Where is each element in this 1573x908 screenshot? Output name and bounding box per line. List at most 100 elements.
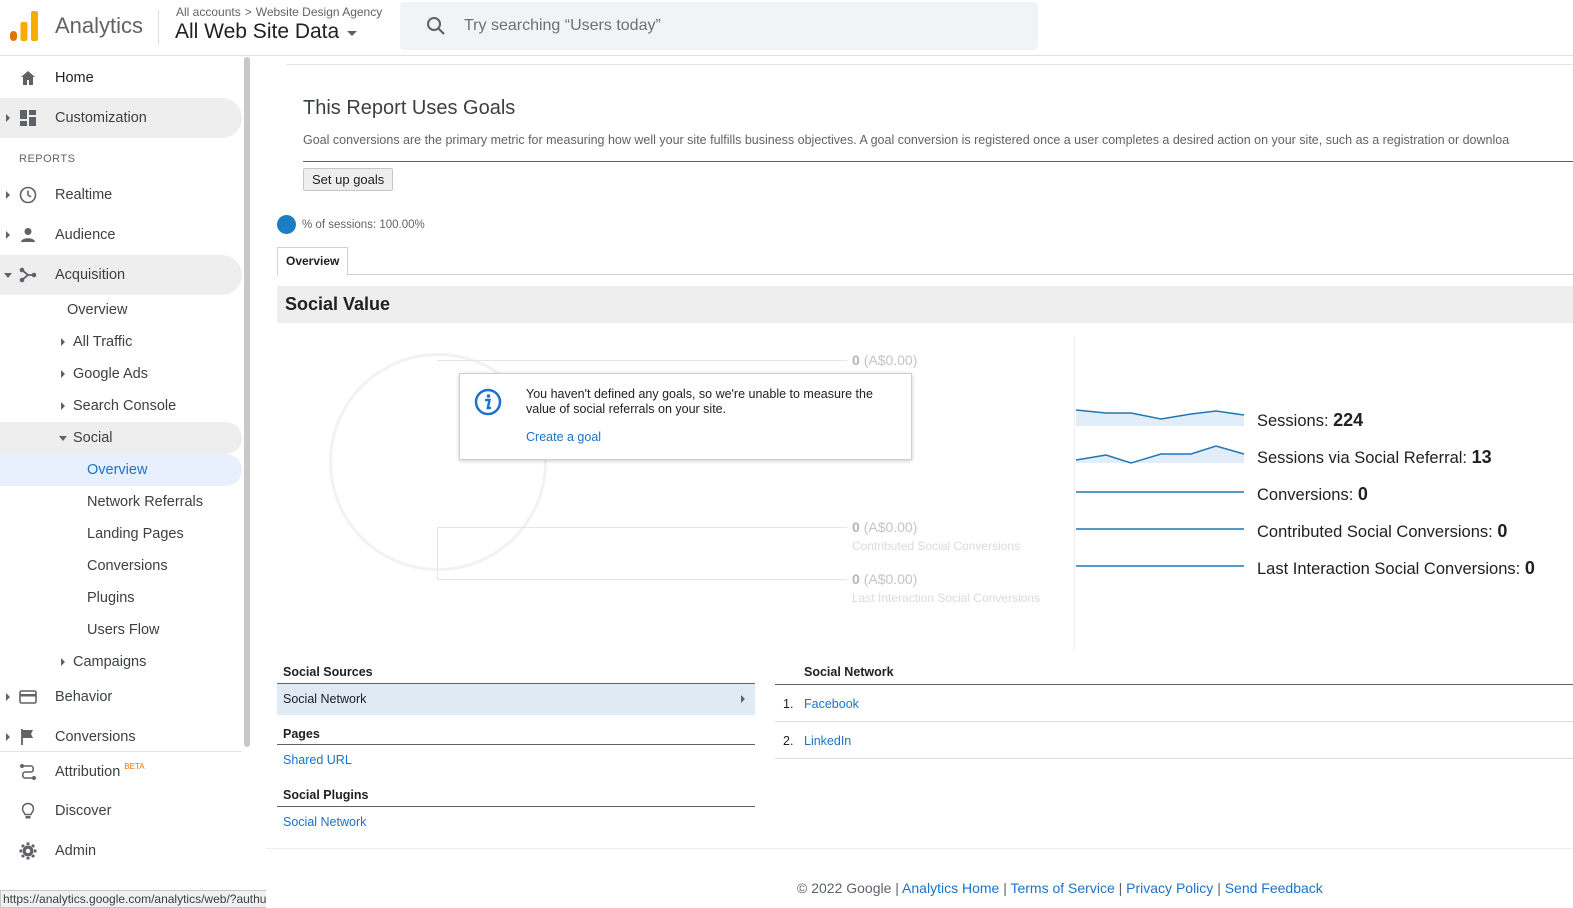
expand-arrow-icon[interactable] (6, 114, 10, 122)
footer-separator: | (1003, 880, 1007, 896)
metric-value: 0 (1497, 521, 1508, 541)
footer-link-analytics-home[interactable]: Analytics Home (902, 880, 999, 896)
sidebar-item-realtime[interactable]: Realtime (0, 175, 242, 215)
lightbulb-icon (21, 802, 35, 819)
sidebar-item-google-ads[interactable]: Google Ads (0, 358, 242, 390)
sidebar-item-landing-pages[interactable]: Landing Pages (0, 518, 242, 550)
metric-label: Contributed Social Conversions: 0 (1257, 521, 1507, 542)
chevron-right-icon (741, 695, 745, 703)
metric-value: 224 (1333, 410, 1364, 430)
metric-name: Sessions via Social Referral: (1257, 449, 1468, 467)
expand-arrow-icon[interactable] (61, 338, 65, 346)
sidebar-item-social-conversions[interactable]: Conversions (0, 550, 242, 582)
metric-value: 0 (1524, 558, 1535, 578)
breadcrumb-property[interactable]: Website Design Agency (256, 5, 383, 19)
person-icon (21, 228, 35, 242)
segment-indicator[interactable]: % of sessions: 100.00% (277, 215, 425, 234)
footer-link-terms[interactable]: Terms of Service (1010, 880, 1114, 896)
section-title: Social Value (285, 294, 391, 314)
sidebar-item-home[interactable]: Home (0, 58, 242, 98)
social-network-row[interactable]: Social Network (277, 684, 755, 715)
beta-badge: BETA (124, 761, 145, 771)
sidebar-item-acquisition[interactable]: Acquisition (0, 255, 242, 295)
sidebar-item-behavior[interactable]: Behavior (0, 677, 242, 717)
network-link-facebook[interactable]: Facebook (804, 697, 859, 711)
expand-arrow-icon[interactable] (61, 658, 65, 666)
divider (303, 161, 1573, 162)
divider (277, 806, 755, 807)
home-icon (21, 71, 35, 85)
acquisition-icon (19, 267, 37, 283)
gear-icon (19, 842, 37, 860)
sidebar-item-campaigns[interactable]: Campaigns (0, 646, 242, 678)
expand-arrow-icon[interactable] (6, 733, 10, 741)
sidebar-nav: Home Customization REPORTS Realtime Audi… (0, 57, 250, 908)
expand-arrow-icon[interactable] (61, 402, 65, 410)
collapse-arrow-icon[interactable] (4, 273, 12, 278)
expand-arrow-icon[interactable] (6, 191, 10, 199)
section-header: Social Value (277, 286, 1573, 323)
tab-bar: Overview (277, 247, 1573, 276)
sidebar-item-label: Campaigns (73, 654, 147, 670)
sparkline-social-referral (1076, 445, 1245, 464)
network-link-linkedin[interactable]: LinkedIn (804, 734, 851, 748)
expand-arrow-icon[interactable] (61, 370, 65, 378)
sidebar-scrollbar[interactable] (244, 57, 250, 747)
sparkline-contributed (1076, 528, 1244, 530)
sidebar-item-label: Network Referrals (87, 494, 204, 510)
breadcrumb-account[interactable]: All accounts (176, 5, 241, 19)
expand-arrow-icon[interactable] (6, 231, 10, 239)
caret-down-icon (347, 31, 358, 36)
expand-arrow-icon[interactable] (6, 693, 10, 701)
sidebar-item-label: Plugins (87, 590, 135, 606)
faded-value-number: 0 (852, 519, 860, 535)
sidebar-item-plugins[interactable]: Plugins (0, 582, 242, 614)
footer-link-privacy[interactable]: Privacy Policy (1126, 880, 1213, 896)
sidebar-item-users-flow[interactable]: Users Flow (0, 614, 242, 646)
sidebar-item-search-console[interactable]: Search Console (0, 390, 242, 422)
faded-value-currency: (A$0.00) (863, 519, 918, 535)
sidebar-item-social[interactable]: Social (0, 422, 242, 454)
metric-name: Contributed Social Conversions: (1257, 523, 1493, 541)
sidebar-item-attribution[interactable]: Attribution BETA (0, 751, 242, 791)
goals-notice-title: This Report Uses Goals (303, 97, 516, 119)
faded-label: Contributed Social Conversions (852, 539, 1021, 553)
reports-section-header: REPORTS (19, 153, 76, 165)
sidebar-item-social-overview[interactable]: Overview (0, 454, 242, 486)
diagram-line (437, 527, 438, 579)
sidebar-item-label: Attribution BETA (55, 761, 145, 780)
search-icon (427, 17, 445, 35)
sparkline-conversions (1076, 491, 1244, 493)
metric-value: 13 (1471, 447, 1492, 467)
search-input[interactable] (464, 17, 1004, 35)
footer-separator: | (1118, 880, 1123, 896)
create-goal-link[interactable]: Create a goal (526, 430, 601, 444)
header-divider (158, 10, 159, 44)
flag-icon (21, 729, 33, 745)
sidebar-item-acquisition-overview[interactable]: Overview (0, 294, 242, 326)
tab-overview[interactable]: Overview (277, 247, 349, 276)
info-icon (474, 388, 502, 416)
view-name: All Web Site Data (175, 20, 340, 43)
sidebar-item-discover[interactable]: Discover (0, 791, 242, 831)
setup-goals-button[interactable]: Set up goals (303, 168, 394, 191)
sidebar-item-audience[interactable]: Audience (0, 215, 242, 255)
social-network-plugin-link[interactable]: Social Network (283, 815, 366, 829)
breadcrumb[interactable]: All accounts > Website Design Agency (176, 5, 382, 19)
collapse-arrow-icon[interactable] (59, 436, 67, 441)
sidebar-item-label: Conversions (55, 729, 136, 745)
divider (266, 848, 1573, 849)
shared-url-link[interactable]: Shared URL (283, 753, 352, 767)
sidebar-item-admin[interactable]: Admin (0, 831, 242, 871)
sidebar-item-label: Discover (55, 803, 112, 819)
sidebar-item-all-traffic[interactable]: All Traffic (0, 326, 242, 358)
sidebar-item-network-referrals[interactable]: Network Referrals (0, 486, 242, 518)
table-row: 1. Facebook (775, 685, 1573, 722)
search-bar[interactable] (400, 2, 1038, 50)
sidebar-item-label: Users Flow (87, 622, 160, 638)
metric-conversions: Conversions: 0 (1076, 478, 1573, 508)
footer-link-feedback[interactable]: Send Feedback (1225, 880, 1323, 896)
analytics-logo-icon[interactable] (10, 11, 38, 41)
sidebar-item-customization[interactable]: Customization (0, 98, 242, 138)
view-selector[interactable]: All Web Site Data (175, 20, 358, 44)
